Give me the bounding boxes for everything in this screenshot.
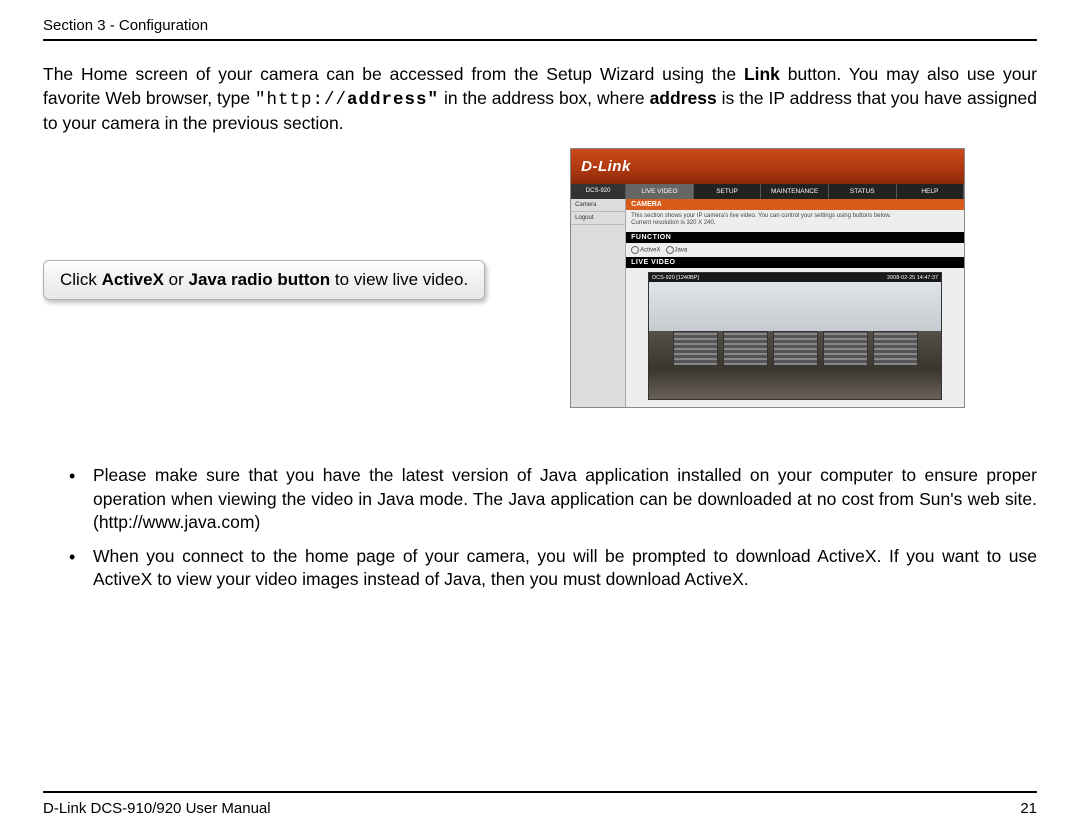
model-label: DCS-920 <box>571 184 626 199</box>
radio-java-label: Java <box>675 248 688 254</box>
embedded-screenshot: D-Link DCS-920 LIVE VIDEO SETUP MAINTENA… <box>570 148 965 408</box>
shelf-icon <box>723 331 768 366</box>
bullet-list: Please make sure that you have the lates… <box>43 464 1037 592</box>
sidebar-item-logout[interactable]: Logout <box>571 212 625 225</box>
intro-text: The Home screen of your camera can be ac… <box>43 64 744 84</box>
shelf-icon <box>873 331 918 366</box>
callout-text: or <box>164 270 189 289</box>
page-footer: D-Link DCS-910/920 User Manual 21 <box>43 791 1037 817</box>
camera-title-bar: CAMERA <box>626 199 964 210</box>
callout-text: Click <box>60 270 102 289</box>
tab-setup[interactable]: SETUP <box>694 184 762 199</box>
nav-row: DCS-920 LIVE VIDEO SETUP MAINTENANCE STA… <box>571 184 964 199</box>
callout-text: to view live video. <box>330 270 468 289</box>
tab-help[interactable]: HELP <box>897 184 965 199</box>
function-row: ActiveX Java <box>626 243 964 257</box>
shelf-icon <box>773 331 818 366</box>
callout-activex: ActiveX <box>102 270 164 289</box>
intro-text: in the address box, where <box>439 88 650 108</box>
desc-line1: This section shows your IP camera's live… <box>631 213 891 219</box>
video-overlay: DCS-920 [1240BP] 2008-02-25 14:47:37 <box>649 273 941 282</box>
footer-manual-title: D-Link DCS-910/920 User Manual <box>43 800 271 817</box>
function-title-bar: FUNCTION <box>626 232 964 243</box>
overlay-timestamp: 2008-02-25 14:47:37 <box>887 275 938 281</box>
radio-java[interactable] <box>666 246 674 254</box>
sidebar: Camera Logout <box>571 199 626 407</box>
live-video-title-bar: LIVE VIDEO <box>626 257 964 268</box>
instruction-callout: Click ActiveX or Java radio button to vi… <box>43 260 485 300</box>
video-scene <box>649 282 941 399</box>
bullet-activex: When you connect to the home page of you… <box>93 545 1037 592</box>
desc-line2: Current resolution is 320 X 240. <box>631 220 715 226</box>
bullet-java: Please make sure that you have the lates… <box>93 464 1037 535</box>
tab-maintenance[interactable]: MAINTENANCE <box>761 184 829 199</box>
radio-activex-label: ActiveX <box>640 248 660 254</box>
radio-activex[interactable] <box>631 246 639 254</box>
video-frame: DCS-920 [1240BP] 2008-02-25 14:47:37 <box>648 272 942 400</box>
link-word: Link <box>744 64 780 84</box>
footer-page-number: 21 <box>1020 800 1037 817</box>
tab-status[interactable]: STATUS <box>829 184 897 199</box>
camera-description: This section shows your IP camera's live… <box>626 210 964 232</box>
section-header: Section 3 - Configuration <box>43 17 1037 41</box>
http-prefix: "http:// <box>255 90 347 110</box>
brand-bar: D-Link <box>571 149 964 184</box>
address-mono: address" <box>347 90 439 110</box>
address-bold: address <box>650 88 717 108</box>
sidebar-item-camera[interactable]: Camera <box>571 199 625 212</box>
overlay-model: DCS-920 [1240BP] <box>652 275 699 281</box>
shelf-icon <box>673 331 718 366</box>
tab-live-video[interactable]: LIVE VIDEO <box>626 184 694 199</box>
shelf-icon <box>823 331 868 366</box>
callout-java: Java radio button <box>189 270 331 289</box>
intro-paragraph: The Home screen of your camera can be ac… <box>43 63 1037 136</box>
